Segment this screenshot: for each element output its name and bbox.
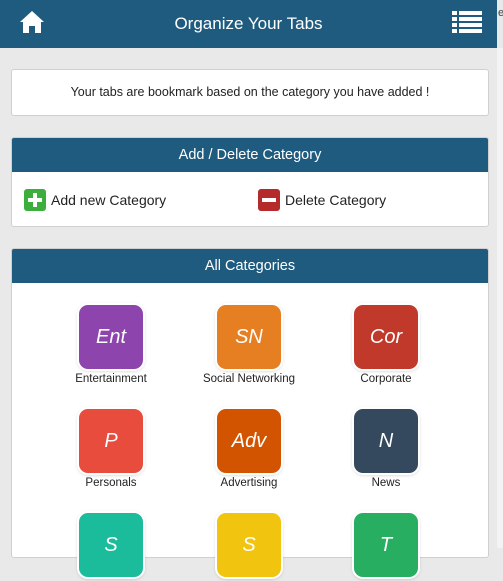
edge-fragment: e xyxy=(498,7,503,19)
category-icon: N xyxy=(354,409,418,473)
category-tile[interactable]: Cor Corporate xyxy=(316,305,456,385)
category-tile[interactable]: SN Social Networking xyxy=(179,305,319,385)
category-icon: Cor xyxy=(354,305,418,369)
category-tile[interactable]: Ent Entertainment xyxy=(41,305,181,385)
category-label: Advertising xyxy=(220,477,278,489)
category-icon: T xyxy=(354,513,418,577)
category-tile[interactable]: Adv Advertising xyxy=(179,409,319,489)
category-label: News xyxy=(371,477,401,489)
delete-category-label: Delete Category xyxy=(285,192,387,208)
plus-icon xyxy=(24,189,46,211)
category-tile[interactable]: N News xyxy=(316,409,456,489)
all-categories-panel: All Categories Ent Entertainment SN Soci… xyxy=(11,248,489,577)
category-icon: S xyxy=(217,513,281,577)
app-header: Organize Your Tabs xyxy=(0,0,497,48)
category-icon: SN xyxy=(217,305,281,369)
category-tile[interactable]: S xyxy=(179,513,319,581)
category-panel: Add / Delete Category Add new Category D… xyxy=(11,137,489,227)
category-tile[interactable]: S xyxy=(41,513,181,581)
category-label: Personals xyxy=(85,477,137,489)
add-category-button[interactable]: Add new Category xyxy=(24,188,166,212)
info-message: Your tabs are bookmark based on the cate… xyxy=(70,85,430,99)
all-categories-title: All Categories xyxy=(12,249,488,283)
category-tile[interactable]: P Personals xyxy=(41,409,181,489)
category-icon: Adv xyxy=(217,409,281,473)
category-icon: P xyxy=(79,409,143,473)
category-label: Corporate xyxy=(360,373,412,385)
category-panel-title: Add / Delete Category xyxy=(12,138,488,172)
category-label: Social Networking xyxy=(202,373,296,385)
delete-category-button[interactable]: Delete Category xyxy=(258,188,386,212)
category-tile[interactable]: T xyxy=(316,513,456,581)
add-category-label: Add new Category xyxy=(51,192,167,208)
page-title: Organize Your Tabs xyxy=(174,14,323,33)
list-menu-icon[interactable] xyxy=(452,10,482,34)
category-icon: S xyxy=(79,513,143,577)
scroll-gutter xyxy=(497,48,503,548)
category-label: Entertainment xyxy=(75,373,147,385)
info-card: Your tabs are bookmark based on the cate… xyxy=(11,69,489,116)
minus-icon xyxy=(258,189,280,211)
category-icon: Ent xyxy=(79,305,143,369)
